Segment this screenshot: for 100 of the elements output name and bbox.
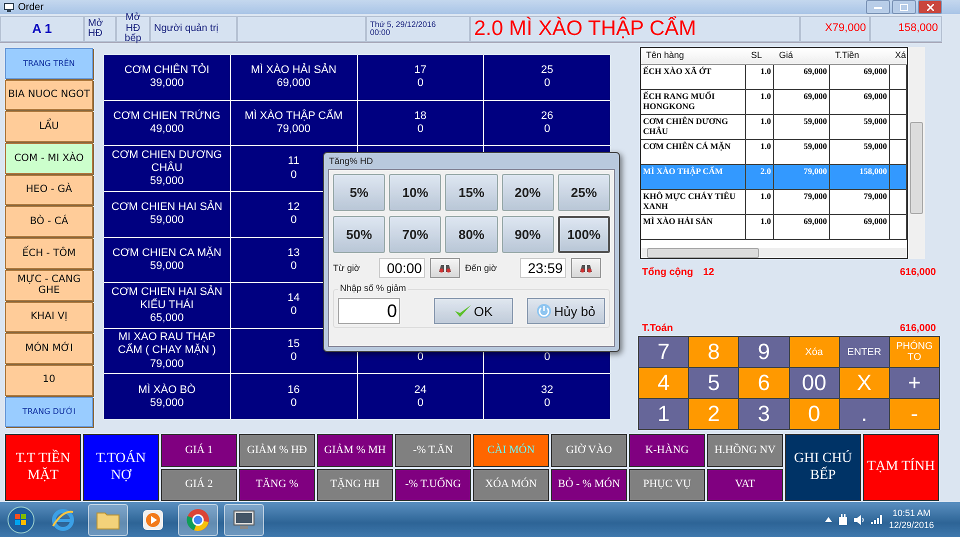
action-button[interactable]: K-HÀNG — [629, 434, 705, 466]
keypad-key[interactable]: 5 — [689, 368, 738, 398]
action-button[interactable]: GIẢM % HĐ — [239, 434, 315, 466]
percent-button[interactable]: 90% — [502, 216, 554, 253]
maximize-button[interactable] — [892, 0, 916, 14]
chrome-icon[interactable] — [178, 504, 218, 536]
order-row[interactable]: ẾCH XÀO XÃ ỚT 1.0 69,000 69,000 — [641, 65, 908, 90]
percent-button[interactable]: 80% — [445, 216, 498, 253]
percent-button[interactable]: 15% — [445, 174, 498, 211]
category-button[interactable]: MÓN MỚI — [5, 333, 93, 364]
keypad-key[interactable]: + — [890, 368, 939, 398]
menu-item-tile[interactable]: MÌ XÀO THẬP CẨM 79,000 — [230, 100, 356, 146]
keypad-key[interactable]: 00 — [790, 368, 839, 398]
dish-price: 0 — [416, 351, 424, 365]
category-button[interactable]: BÒ - CÁ — [5, 206, 93, 238]
action-button[interactable]: GIỜ VÀO — [551, 434, 627, 466]
order-row[interactable]: KHÔ MỰC CHÁY TIÊU XANH 1.0 79,000 79,000 — [641, 190, 908, 215]
menu-item-tile[interactable]: 32 0 — [484, 374, 610, 419]
action-button[interactable]: GIẢM % MH — [317, 434, 393, 466]
menu-item-tile[interactable]: 25 0 — [484, 55, 610, 100]
action-button[interactable]: GHI CHÚ BẾP — [785, 434, 861, 501]
action-button[interactable]: VAT — [707, 468, 783, 501]
action-button[interactable]: H.HỒNG NV — [707, 434, 783, 466]
menu-item-tile[interactable]: MI XAO RAU THẠP CẨM ( CHAY MẶN ) 79,000 — [104, 328, 230, 374]
power-icon — [536, 303, 552, 319]
action-button[interactable]: -% T.UỐNG — [395, 468, 471, 501]
category-button[interactable]: COM - MI XÀO — [5, 143, 93, 174]
menu-item-tile[interactable]: CƠM CHIÊN TỎI 39,000 — [104, 55, 230, 100]
dish-price: 59,000 — [149, 214, 185, 228]
percent-button[interactable]: 10% — [389, 174, 442, 211]
percent-button[interactable]: 70% — [389, 216, 442, 253]
menu-item-tile[interactable]: CƠM CHIEN TRỨNG 49,000 — [104, 100, 230, 146]
action-button[interactable]: XÓA MÓN — [473, 468, 549, 501]
category-button[interactable]: KHAI VỊ — [5, 302, 93, 332]
close-button[interactable] — [918, 0, 942, 14]
keypad-key[interactable]: 1 — [639, 399, 688, 429]
percent-button[interactable]: 100% — [558, 216, 610, 253]
action-button[interactable]: TẠM TÍNH — [863, 434, 939, 501]
from-time-field[interactable]: 00:00 — [378, 258, 425, 278]
category-button[interactable]: 10 — [5, 364, 93, 396]
action-button[interactable]: BỎ - % MÓN — [551, 468, 627, 501]
order-row[interactable]: MÌ XÀO HẢI SẢN 1.0 69,000 69,000 — [641, 215, 908, 240]
order-row[interactable]: ẾCH RANG MUỐI HONGKONG 1.0 69,000 69,000 — [641, 90, 908, 115]
percent-button[interactable]: 50% — [333, 216, 386, 253]
menu-item-tile[interactable]: CƠM CHIEN HAI SẢN KIỂU THÁI 65,000 — [104, 283, 230, 328]
table-cell: CƠM CHIÊN DƯƠNG CHÂU — [641, 115, 746, 139]
keypad-key[interactable]: ENTER — [840, 337, 889, 367]
menu-item-tile[interactable]: MÌ XÀO BÒ 59,000 — [104, 374, 230, 419]
menu-item-tile[interactable]: 24 0 — [358, 374, 484, 419]
keypad-key[interactable]: 3 — [739, 399, 788, 429]
percent-field[interactable]: 0 — [338, 298, 400, 324]
menu-item-tile[interactable]: CƠM CHIEN DƯƠNG CHÂU 59,000 — [104, 146, 230, 191]
table-cell: 2.0 — [746, 165, 774, 189]
action-button[interactable]: -% T.ĂN — [395, 434, 471, 466]
category-button[interactable]: LẨU — [5, 111, 93, 142]
order-row[interactable]: CƠM CHIÊN CÁ MẶN 1.0 59,000 59,000 — [641, 140, 908, 165]
keypad-key[interactable]: 7 — [639, 337, 688, 367]
order-row[interactable]: CƠM CHIÊN DƯƠNG CHÂU 1.0 59,000 59,000 — [641, 115, 908, 140]
action-button[interactable]: PHỤC VỤ — [629, 468, 705, 501]
show-hidden-icon[interactable] — [824, 517, 832, 522]
dish-price: 0 — [290, 260, 298, 273]
dish-name: 15 — [286, 338, 301, 352]
action-button[interactable]: TĂNG % — [239, 468, 315, 501]
speaker-icon[interactable] — [854, 514, 865, 524]
menu-item-tile[interactable]: MÌ XÀO HẢI SẢN 69,000 — [230, 55, 356, 100]
monitor-icon[interactable] — [224, 504, 264, 536]
action-button[interactable]: TẶNG HH — [317, 468, 393, 501]
keypad-key[interactable]: 9 — [739, 337, 788, 367]
to-time-field[interactable]: 23:59 — [520, 258, 566, 278]
cancel-button[interactable]: Hủy bỏ — [526, 298, 605, 324]
minimize-button[interactable] — [866, 0, 890, 14]
category-button[interactable]: MỰC - CANG GHE — [5, 270, 93, 300]
action-button[interactable]: T.TOÁN NỢ — [83, 434, 159, 501]
page-button[interactable]: TRANG DƯỚI — [5, 396, 93, 428]
menu-item-tile[interactable]: CƠM CHIEN HAI SẢN 59,000 — [104, 192, 230, 236]
close-icon — [926, 4, 934, 10]
menu-item-tile[interactable]: CƠM CHIEN CA MẶN 59,000 — [104, 238, 230, 282]
category-button[interactable]: BIA NUOC NGOT — [5, 80, 93, 110]
keypad-key[interactable]: . — [840, 399, 889, 429]
percent-button[interactable]: 20% — [502, 174, 554, 211]
dish-price: 0 — [290, 168, 298, 182]
page-button[interactable]: TRANG TRÊN — [5, 48, 93, 79]
menu-item-tile[interactable]: 18 0 — [358, 100, 484, 146]
lookup-button[interactable] — [570, 258, 601, 278]
action-button[interactable]: GIÁ 2 — [161, 468, 237, 501]
dish-name: 11 — [286, 155, 300, 169]
action-button[interactable]: T.T TIỀN MẶT — [5, 434, 81, 501]
percent-button[interactable]: 5% — [333, 174, 386, 211]
action-button[interactable]: GIÁ 1 — [161, 434, 237, 466]
menu-item-tile[interactable]: 16 0 — [230, 374, 356, 419]
category-button[interactable]: ẾCH - TÔM — [5, 238, 93, 269]
percent-button[interactable]: 25% — [558, 174, 610, 211]
signal-icon[interactable] — [870, 515, 883, 524]
lookup-button[interactable] — [430, 258, 460, 278]
menu-item-tile[interactable]: 17 0 — [358, 55, 484, 100]
clock[interactable]: 10:51 AM 12/29/2016 — [888, 508, 934, 532]
category-button[interactable]: HEO - GÀ — [5, 174, 93, 206]
ok-button[interactable]: OK — [434, 298, 512, 324]
power-plug-icon[interactable] — [838, 514, 848, 526]
menu-item-tile[interactable]: 26 0 — [484, 100, 610, 146]
